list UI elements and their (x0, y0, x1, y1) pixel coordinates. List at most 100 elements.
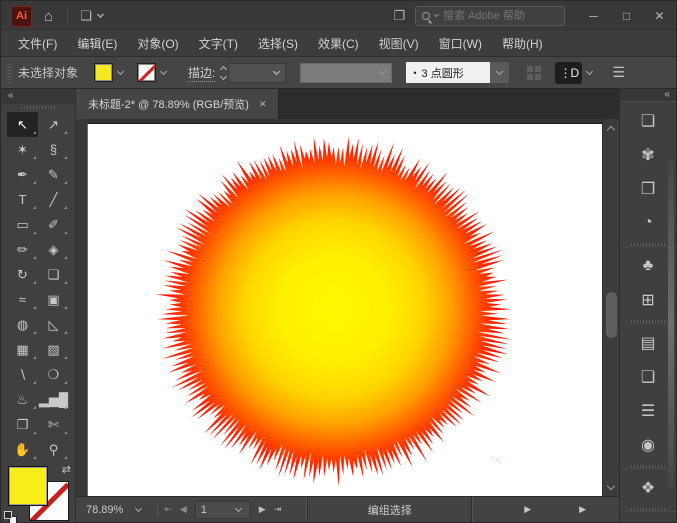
shape-builder-tool[interactable]: ◍ (7, 312, 38, 337)
tab-close-icon[interactable]: ✕ (259, 99, 267, 110)
scrollbar-thumb[interactable] (606, 292, 617, 339)
scale-tool[interactable]: ❏ (38, 262, 69, 287)
zoom-tool[interactable]: ⚲ (38, 437, 69, 462)
width-tool[interactable]: ≈ (7, 287, 38, 312)
brush-definition-dropdown[interactable]: • 3 点圆形 (406, 62, 510, 83)
eyedropper-tool[interactable]: ∖ (7, 362, 38, 387)
menu-select[interactable]: 选择(S) (249, 32, 307, 55)
drawing-mode-toggle[interactable]: ⋮D (555, 61, 583, 84)
asset-export-icon[interactable]: ❖ (628, 514, 668, 523)
curvature-tool[interactable]: ✎ (38, 162, 69, 187)
eraser-tool[interactable]: ◈ (38, 237, 69, 262)
fill-swatch[interactable] (94, 63, 114, 82)
close-button[interactable]: ✕ (643, 1, 676, 31)
pencil-tool[interactable]: ✏ (7, 237, 38, 262)
paintbrush-tool[interactable]: ✐ (38, 212, 69, 237)
menu-view[interactable]: 视图(V) (370, 32, 428, 55)
previous-artboard-button[interactable]: ◀ (180, 504, 187, 515)
stroke-width-stepper[interactable] (220, 65, 228, 80)
recolor-artwork-icon (527, 65, 542, 80)
color-guide-icon[interactable]: ✾ (628, 138, 668, 171)
panel-gripper[interactable] (7, 62, 12, 83)
appearance-icon[interactable]: ◉ (628, 428, 668, 461)
type-tool[interactable]: T (7, 187, 38, 212)
artboard-tool[interactable]: ❐ (7, 412, 38, 437)
rotate-tool[interactable]: ↻ (7, 262, 38, 287)
brush-value-field[interactable]: • 3 点圆形 (406, 62, 491, 83)
stroke-color-control[interactable] (137, 63, 170, 82)
hand-tool[interactable]: ✋ (7, 437, 38, 462)
pen-tool[interactable]: ✒ (7, 162, 38, 187)
color-icon[interactable]: ❏ (628, 104, 668, 137)
lasso-tool[interactable]: § (38, 137, 69, 162)
next-artboard-button[interactable]: ▶ (259, 504, 266, 515)
selection-tool[interactable]: ↖ (7, 112, 38, 137)
menu-help[interactable]: 帮助(H) (493, 32, 552, 55)
rectangle-tool[interactable]: ▭ (7, 212, 38, 237)
first-artboard-button[interactable]: ⇤ (164, 504, 172, 515)
vertical-scrollbar[interactable] (602, 119, 619, 496)
gradient-icon[interactable]: ▤ (628, 326, 668, 359)
menu-window[interactable]: 窗口(W) (430, 32, 491, 55)
stroke-none-swatch[interactable] (137, 63, 157, 82)
gradient-tool[interactable]: ▧ (38, 337, 69, 362)
menu-effect[interactable]: 效果(C) (309, 32, 368, 55)
menubar: 文件(F) 编辑(E) 对象(O) 文字(T) 选择(S) 效果(C) 视图(V) 窗口(W)… (1, 31, 676, 57)
scroll-up-icon[interactable] (603, 121, 619, 135)
menu-type[interactable]: 文字(T) (190, 32, 247, 55)
selection-status-label: 未选择对象 (18, 66, 79, 80)
sun-artwork[interactable] (88, 124, 602, 496)
stroke-label[interactable]: 描边: (188, 64, 216, 82)
chevron-down-icon (96, 11, 104, 18)
layers-icon[interactable]: ❖ (628, 471, 668, 504)
scroll-down-icon[interactable] (603, 480, 619, 494)
artboards-grid-icon[interactable]: ⊞ (628, 283, 668, 316)
artboard-canvas[interactable] (87, 123, 602, 496)
stroke-icon[interactable]: ☰ (628, 394, 668, 427)
mesh-tool[interactable]: ▦ (7, 337, 38, 362)
stroke-width-field[interactable] (228, 62, 287, 83)
menu-object[interactable]: 对象(O) (128, 32, 187, 55)
direct-selection-tool[interactable]: ↗ (38, 112, 69, 137)
blend-tool[interactable]: ❍ (38, 362, 69, 387)
symbols-icon[interactable]: ♣ (628, 249, 668, 282)
app-logo-icon: Ai (11, 5, 32, 27)
brushes-icon[interactable]: ◔ (628, 206, 668, 239)
swatches-icon[interactable]: ❒ (628, 172, 668, 205)
options-list-icon[interactable]: ☰ (612, 64, 625, 81)
document-area: 未标题-2* @ 78.89% (RGB/预览) ✕ 78.89% ⇤ ◀ 1 … (76, 89, 619, 522)
maximize-button[interactable]: □ (610, 1, 643, 31)
line-segment-tool[interactable]: ╱ (38, 187, 69, 212)
search-input[interactable] (443, 10, 543, 22)
menu-file[interactable]: 文件(F) (9, 32, 66, 55)
dock-expand-button[interactable]: « (620, 89, 676, 101)
chevron-down-icon (273, 67, 281, 76)
column-graph-tool[interactable]: ▂▅█ (38, 387, 69, 412)
slice-tool[interactable]: ✄ (38, 412, 69, 437)
arrange-documents-icon[interactable]: ❐ (393, 8, 405, 24)
fill-indicator[interactable] (8, 466, 48, 506)
tools-panel-header[interactable]: « (1, 89, 75, 104)
zoom-level-control[interactable]: 78.89% (76, 504, 151, 516)
dock-rail (668, 159, 674, 489)
artboard-number-field[interactable]: 1 (194, 500, 251, 519)
free-transform-tool[interactable]: ▣ (38, 287, 69, 312)
last-artboard-button[interactable]: ⇥ (274, 504, 282, 515)
workspace-switcher[interactable]: ❏ (80, 8, 104, 24)
brush-dropdown-button[interactable] (490, 62, 510, 83)
default-fill-stroke-icon[interactable] (4, 511, 17, 523)
status-flyout-icon[interactable]: ▶ (579, 504, 586, 515)
document-tab[interactable]: 未标题-2* @ 78.89% (RGB/预览) ✕ (76, 89, 280, 119)
symbol-sprayer-tool[interactable]: ♨ (7, 387, 38, 412)
transparency-icon[interactable]: ❑ (628, 360, 668, 393)
home-icon[interactable]: ⌂ (44, 8, 53, 25)
menu-edit[interactable]: 编辑(E) (68, 32, 126, 55)
help-search[interactable] (415, 6, 565, 26)
status-flyout-icon[interactable]: ▶ (524, 504, 531, 515)
magic-wand-tool[interactable]: ✶ (7, 137, 38, 162)
minimize-button[interactable]: ─ (577, 1, 610, 31)
fill-color-control[interactable] (94, 63, 127, 82)
swap-fill-stroke-icon[interactable]: ⇄ (62, 463, 71, 476)
perspective-grid-tool[interactable]: ◺ (38, 312, 69, 337)
tools-panel-gripper[interactable] (1, 104, 75, 111)
